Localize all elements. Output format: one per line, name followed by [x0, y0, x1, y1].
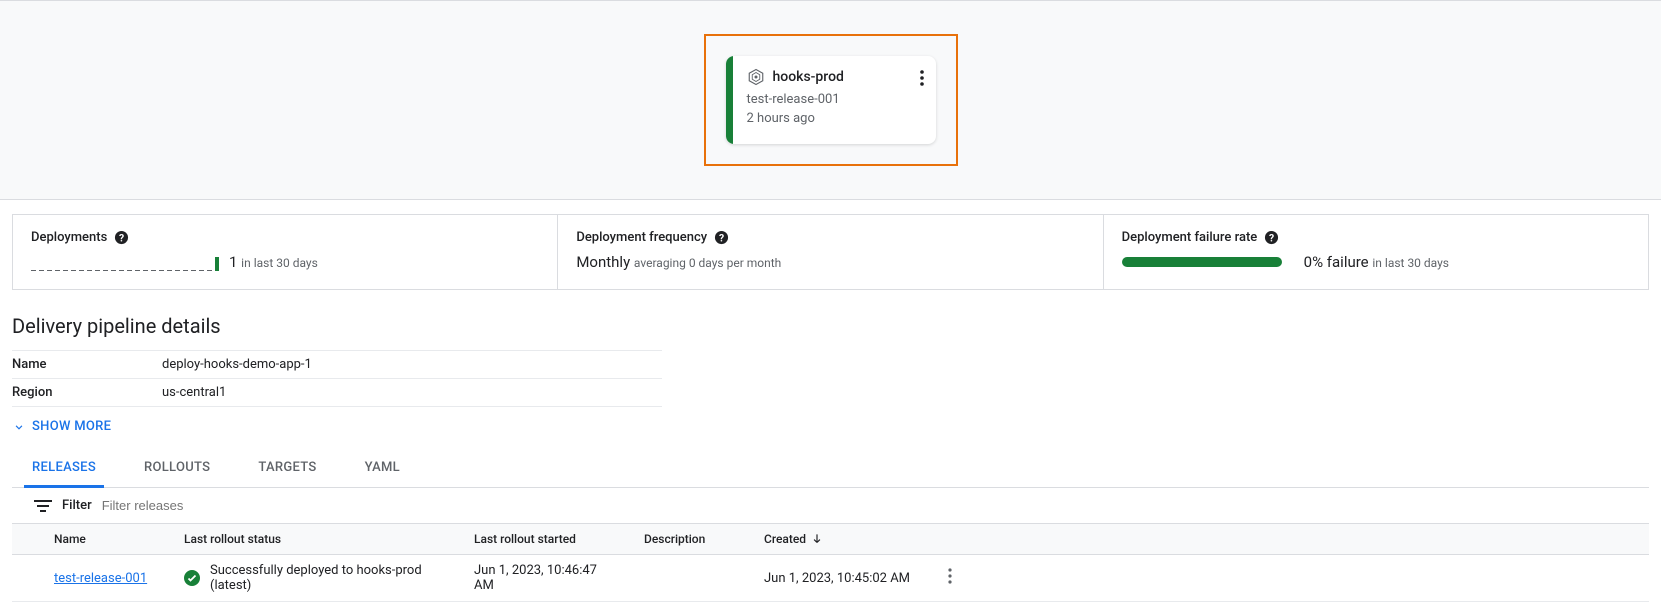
target-status-stripe	[726, 56, 733, 144]
metrics-row: Deployments ? 1 in last 30 days Deployme…	[12, 214, 1649, 290]
tab-releases[interactable]: RELEASES	[24, 450, 104, 488]
details-name-value: deploy-hooks-demo-app-1	[162, 357, 312, 372]
chevron-down-icon	[12, 420, 26, 434]
metric-frequency: Deployment frequency ? Monthly averaging…	[558, 215, 1103, 289]
metric-deployments-label: Deployments	[31, 230, 107, 245]
details-region-label: Region	[12, 385, 162, 400]
target-time: 2 hours ago	[747, 111, 922, 126]
svg-text:?: ?	[119, 231, 124, 244]
help-icon[interactable]: ?	[113, 229, 129, 245]
success-icon	[184, 570, 200, 586]
filter-icon	[34, 499, 52, 513]
rollout-started: Jun 1, 2023, 10:46:47 AM	[460, 555, 630, 601]
gke-icon	[747, 68, 765, 86]
details-region-value: us-central1	[162, 385, 226, 400]
svg-text:?: ?	[719, 231, 724, 244]
tabs: RELEASES ROLLOUTS TARGETS YAML	[12, 450, 1649, 488]
metric-failure-suffix: in last 30 days	[1372, 256, 1449, 270]
metric-frequency-label: Deployment frequency	[576, 230, 707, 245]
svg-text:?: ?	[1269, 231, 1274, 244]
filter-label: Filter	[62, 498, 92, 513]
table-row: test-release-001 Successfully deployed t…	[12, 555, 1649, 602]
th-created-label: Created	[764, 532, 806, 546]
highlight-annotation: hooks-prod test-release-001 2 hours ago	[704, 34, 958, 166]
metric-deployments-suffix: in last 30 days	[241, 256, 318, 270]
rollout-status-text: Successfully deployed to hooks-prod (lat…	[210, 563, 446, 593]
target-card-menu-button[interactable]	[916, 66, 928, 94]
th-status[interactable]: Last rollout status	[170, 524, 460, 554]
help-icon[interactable]: ?	[1263, 229, 1279, 245]
details-name-label: Name	[12, 357, 162, 372]
target-card[interactable]: hooks-prod test-release-001 2 hours ago	[726, 56, 936, 144]
metric-failure-rate: Deployment failure rate ? 0% failure in …	[1104, 215, 1648, 289]
show-more-label: SHOW MORE	[32, 419, 111, 434]
failure-rate-bar	[1122, 257, 1282, 267]
th-started[interactable]: Last rollout started	[460, 524, 630, 554]
page-title: Delivery pipeline details	[12, 314, 1661, 338]
tab-yaml[interactable]: YAML	[357, 450, 408, 488]
metric-failure-value: 0% failure	[1304, 253, 1369, 271]
metric-frequency-value: Monthly	[576, 253, 630, 271]
release-link[interactable]: test-release-001	[54, 571, 147, 586]
target-release: test-release-001	[747, 92, 922, 107]
metric-failure-label: Deployment failure rate	[1122, 230, 1258, 245]
metric-deployments-value: 1	[229, 253, 237, 271]
tab-targets[interactable]: TARGETS	[250, 450, 324, 488]
metric-deployments: Deployments ? 1 in last 30 days	[13, 215, 558, 289]
rollout-description	[630, 570, 750, 586]
metric-frequency-suffix: averaging 0 days per month	[634, 256, 781, 270]
details-table: Name deploy-hooks-demo-app-1 Region us-c…	[12, 350, 662, 407]
help-icon[interactable]: ?	[713, 229, 729, 245]
table-header: Name Last rollout status Last rollout st…	[12, 523, 1649, 555]
show-more-button[interactable]: SHOW MORE	[12, 419, 1661, 434]
filter-input[interactable]	[102, 498, 1627, 513]
releases-table: Name Last rollout status Last rollout st…	[12, 523, 1649, 602]
th-description[interactable]: Description	[630, 524, 750, 554]
pipeline-visualization: hooks-prod test-release-001 2 hours ago	[0, 0, 1661, 200]
target-name: hooks-prod	[773, 69, 844, 85]
deployments-sparkline	[31, 253, 219, 271]
rollout-created: Jun 1, 2023, 10:45:02 AM	[750, 563, 930, 594]
tab-rollouts[interactable]: ROLLOUTS	[136, 450, 218, 488]
arrow-down-icon	[810, 532, 824, 546]
th-name[interactable]: Name	[40, 524, 170, 554]
row-menu-button[interactable]	[944, 564, 956, 592]
filter-bar: Filter	[12, 488, 1649, 523]
th-created[interactable]: Created	[750, 524, 930, 554]
